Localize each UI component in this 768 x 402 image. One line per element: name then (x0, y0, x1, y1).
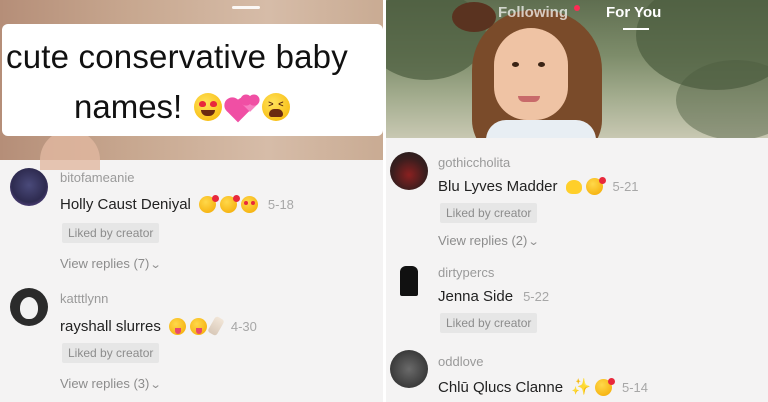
smiling-face-with-hearts-icon (219, 195, 240, 213)
tongue-face-icon (189, 317, 207, 335)
comment-body: rayshall slurres (60, 317, 161, 335)
comment-text: rayshall slurres 4-30 (60, 315, 257, 337)
left-screenshot-panel: cute conservative baby names! > < bitofam… (0, 0, 383, 402)
comment-date: 4-30 (230, 318, 257, 334)
chevron-down-icon: ⌄ (149, 379, 162, 391)
comment-body: Blu Lyves Madder (438, 178, 558, 195)
liked-by-creator-badge: Liked by creator (62, 343, 160, 363)
feed-tabs: Following For You (386, 4, 768, 30)
liked-by-creator-badge: Liked by creator (440, 203, 538, 223)
comment-body: Chlū Qlucs Clanne (438, 378, 564, 396)
top-indicator-bar (232, 6, 260, 9)
avatar[interactable] (390, 350, 428, 388)
view-replies-label: View replies (3) (60, 376, 150, 391)
girl-shirt (486, 120, 596, 138)
smiling-face-with-hearts-icon (585, 177, 606, 195)
caption-text: names! (74, 88, 183, 125)
view-replies-link[interactable]: View replies (2)⌄ (438, 233, 540, 248)
chevron-down-icon: ⌄ (149, 259, 162, 271)
heart-eyes-icon (240, 196, 258, 213)
avatar[interactable] (10, 168, 48, 206)
avatar[interactable] (10, 288, 48, 326)
view-replies-link[interactable]: View replies (7)⌄ (60, 256, 162, 271)
avatar[interactable] (390, 152, 428, 190)
revolving-hearts-emoji-icon (226, 93, 259, 123)
girl-eye (512, 62, 519, 67)
sparkles-icon: ✨ (571, 379, 591, 396)
tab-following[interactable]: Following (498, 4, 568, 21)
heart-eyes-emoji-icon (194, 93, 223, 121)
view-replies-label: View replies (7) (60, 256, 150, 271)
comment-body: Holly Caust Deniyal (60, 196, 191, 213)
comment-date: 5-14 (621, 379, 649, 395)
notification-dot (574, 5, 580, 11)
comment-text: Holly Caust Deniyal 5-18 (60, 195, 294, 213)
comment-text: Blu Lyves Madder 5-21 (438, 177, 639, 195)
tongue-face-icon (168, 317, 186, 335)
comment-username[interactable]: oddlove (438, 354, 484, 369)
active-tab-indicator (623, 28, 649, 30)
baby-bottle-icon (207, 315, 225, 337)
smiling-face-with-hearts-icon (594, 377, 615, 396)
comment-username[interactable]: gothiccholita (438, 155, 510, 170)
comment-username[interactable]: bitofameanie (60, 170, 134, 185)
liked-by-creator-badge: Liked by creator (62, 223, 160, 243)
chevron-down-icon: ⌄ (527, 236, 540, 248)
smiling-face-with-hearts-icon (198, 195, 219, 213)
video-caption-line1: cute conservative baby (6, 38, 348, 75)
comment-body: Jenna Side (438, 288, 514, 305)
chick-icon (565, 179, 582, 194)
right-screenshot-panel: Following For You gothiccholita Blu Lyve… (386, 0, 768, 402)
tired-face-emoji-icon: > < (262, 93, 291, 121)
view-replies-link[interactable]: View replies (3)⌄ (60, 376, 162, 391)
video-caption-line2: names! > < (62, 84, 303, 130)
hand-image (40, 130, 100, 170)
raised-fist-icon (400, 266, 418, 296)
comment-date: 5-22 (523, 289, 550, 304)
comment-username[interactable]: dirtypercs (438, 265, 494, 280)
video-preview[interactable]: Following For You (386, 0, 768, 138)
avatar[interactable] (390, 262, 428, 300)
tab-for-you[interactable]: For You (606, 4, 661, 21)
girl-face (494, 28, 568, 120)
liked-by-creator-badge: Liked by creator (440, 313, 538, 333)
view-replies-label: View replies (2) (438, 233, 528, 248)
comment-date: 5-21 (612, 179, 639, 194)
comment-username[interactable]: katttlynn (60, 291, 108, 306)
comment-text: Chlū Qlucs Clanne ✨ 5-14 (438, 377, 648, 397)
comment-date: 5-18 (267, 197, 294, 212)
comment-text: Jenna Side 5-22 (438, 288, 549, 305)
girl-smile (518, 96, 540, 102)
girl-eye (538, 62, 545, 67)
